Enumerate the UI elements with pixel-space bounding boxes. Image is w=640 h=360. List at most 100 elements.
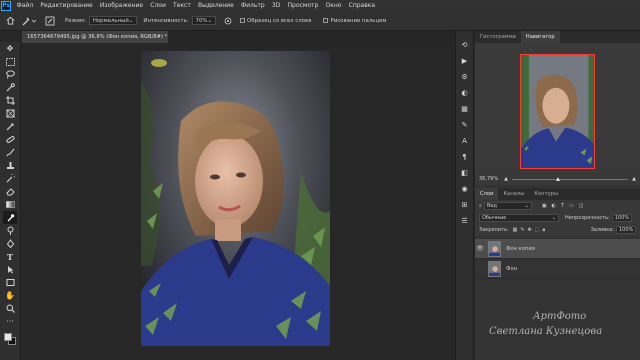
- properties-panel-icon[interactable]: ⚙: [459, 71, 471, 83]
- sample-all-layers-option[interactable]: Образец со всех слоев: [240, 18, 311, 24]
- menu-image[interactable]: Изображение: [96, 2, 146, 9]
- search-icon: ⌕: [479, 203, 482, 209]
- healing-brush-tool-icon[interactable]: [3, 133, 17, 146]
- lock-artboard-icon[interactable]: ⬚: [535, 227, 540, 233]
- canvas-area[interactable]: [22, 43, 454, 360]
- marquee-tool-icon[interactable]: [3, 55, 17, 68]
- sample-all-layers-label: Образец со всех слоев: [247, 17, 312, 24]
- rectangle-tool-icon[interactable]: [3, 276, 17, 289]
- zoom-tool-icon[interactable]: [3, 302, 17, 315]
- zoom-in-icon[interactable]: ▲: [632, 176, 636, 182]
- menu-edit[interactable]: Редактирование: [37, 2, 97, 9]
- filter-type-icon[interactable]: T: [561, 203, 564, 209]
- zoom-out-icon[interactable]: ▲: [504, 176, 508, 182]
- layer-filter-row: ⌕ Вид ⌄ ▣ ◐ T ▭ ◫: [475, 200, 640, 212]
- dodge-tool-icon[interactable]: [3, 224, 17, 237]
- zoom-slider-handle[interactable]: [555, 176, 560, 181]
- smudge-tool-icon[interactable]: [3, 211, 17, 224]
- crop-tool-icon[interactable]: [3, 94, 17, 107]
- menu-window[interactable]: Окно: [322, 2, 345, 9]
- filter-shape-icon[interactable]: ▭: [569, 203, 574, 209]
- finger-painting-label: Рисование пальцем: [330, 17, 387, 24]
- eraser-tool-icon[interactable]: [3, 185, 17, 198]
- frame-tool-icon[interactable]: [3, 107, 17, 120]
- path-selection-tool-icon[interactable]: [3, 263, 17, 276]
- character-panel-icon[interactable]: A: [459, 135, 471, 147]
- glyphs-panel-icon[interactable]: ⊞: [459, 199, 471, 211]
- intensity-control: Интенсивность: 70% ⌄: [143, 16, 217, 25]
- gradient-tool-icon[interactable]: [3, 198, 17, 211]
- menu-layers[interactable]: Слои: [147, 2, 170, 9]
- pressure-icon[interactable]: [222, 17, 234, 25]
- navigator-preview[interactable]: [475, 43, 640, 173]
- document-canvas-image[interactable]: [141, 51, 330, 346]
- document-tab-bar: 1657364679495.jpg @ 36,8% (Фон копия, RG…: [22, 31, 454, 43]
- brush-settings-icon[interactable]: [41, 16, 59, 26]
- layer-filter-select[interactable]: Вид ⌄: [483, 202, 532, 210]
- quick-select-tool-icon[interactable]: [3, 81, 17, 94]
- opacity-input[interactable]: 100%: [611, 214, 632, 222]
- more-tools-icon[interactable]: ···: [3, 315, 17, 328]
- tab-histogram[interactable]: Гистограмма: [475, 31, 521, 43]
- menu-view[interactable]: Просмотр: [284, 2, 322, 9]
- hand-tool-icon[interactable]: ✋: [3, 289, 17, 302]
- smudge-tool-preset-icon[interactable]: [17, 16, 41, 26]
- mode-select[interactable]: Нормальный ⌄: [88, 16, 138, 25]
- lock-position-icon[interactable]: ✥: [528, 227, 532, 233]
- intensity-label: Интенсивность:: [143, 17, 189, 24]
- chevron-down-icon: ⌄: [524, 203, 529, 209]
- zoom-value[interactable]: 36,79%: [479, 176, 498, 182]
- move-tool-icon[interactable]: ✥: [3, 42, 17, 55]
- home-icon[interactable]: [3, 16, 17, 25]
- document-tab[interactable]: 1657364679495.jpg @ 36,8% (Фон копия, RG…: [22, 31, 168, 43]
- finger-painting-checkbox[interactable]: [323, 18, 329, 23]
- history-brush-tool-icon[interactable]: [3, 172, 17, 185]
- menu-3d[interactable]: 3D: [268, 2, 284, 9]
- filter-pixel-icon[interactable]: ▣: [542, 203, 547, 209]
- zoom-slider[interactable]: [511, 176, 629, 181]
- adjustments-panel-icon[interactable]: ◐: [459, 87, 471, 99]
- sample-all-layers-checkbox[interactable]: [240, 18, 246, 23]
- libraries-panel-icon[interactable]: ☰: [459, 215, 471, 227]
- blend-row: Обычные ⌄ Непрозрачность: 100%: [475, 212, 640, 224]
- actions-panel-icon[interactable]: ▶: [459, 55, 471, 67]
- fill-value: 100%: [619, 227, 634, 233]
- blend-mode-select[interactable]: Обычные ⌄: [479, 214, 559, 222]
- menu-select[interactable]: Выделение: [194, 2, 237, 9]
- menu-filter[interactable]: Фильтр: [237, 2, 268, 9]
- lock-all-icon[interactable]: 🔒︎: [542, 227, 545, 233]
- layer-row-background-copy[interactable]: 👁︎ Фон копия: [475, 239, 640, 259]
- filter-smart-icon[interactable]: ◫: [579, 203, 584, 209]
- navigator-view-box[interactable]: [520, 54, 595, 169]
- finger-painting-option[interactable]: Рисование пальцем: [323, 17, 387, 24]
- intensity-input[interactable]: 70% ⌄: [191, 16, 217, 25]
- brush-tool-icon[interactable]: [3, 146, 17, 159]
- tab-layers[interactable]: Слои: [475, 188, 499, 200]
- fill-input[interactable]: 100%: [616, 226, 636, 234]
- styles-panel-icon[interactable]: ◧: [459, 167, 471, 179]
- tab-channels[interactable]: Каналы: [498, 188, 529, 200]
- foreground-color-swatch[interactable]: [4, 333, 12, 341]
- menu-help[interactable]: Справка: [345, 2, 379, 9]
- tab-navigator[interactable]: Навигатор: [520, 31, 560, 43]
- pen-tool-icon[interactable]: [3, 237, 17, 250]
- lock-pixels-icon[interactable]: ✎: [520, 227, 524, 233]
- history-panel-icon[interactable]: ⟲: [459, 39, 471, 51]
- menu-file[interactable]: Файл: [13, 2, 37, 9]
- lasso-tool-icon[interactable]: [3, 68, 17, 81]
- eyedropper-tool-icon[interactable]: [3, 120, 17, 133]
- tab-paths[interactable]: Контуры: [529, 188, 563, 200]
- layer-thumbnail: [488, 260, 501, 277]
- layer-row-background[interactable]: Фон: [475, 259, 640, 279]
- filter-adjustment-icon[interactable]: ◐: [552, 203, 556, 209]
- clone-stamp-tool-icon[interactable]: [3, 159, 17, 172]
- menu-type[interactable]: Текст: [169, 2, 194, 9]
- brushes-panel-icon[interactable]: ✎: [459, 119, 471, 131]
- paragraph-panel-icon[interactable]: ¶: [459, 151, 471, 163]
- color-panel-icon[interactable]: ◉: [459, 183, 471, 195]
- watermark-line-1: АртФото: [533, 311, 587, 322]
- swatches-panel-icon[interactable]: ▦: [459, 103, 471, 115]
- eye-icon[interactable]: 👁︎: [475, 245, 485, 252]
- lock-transparent-icon[interactable]: ▦: [513, 227, 518, 233]
- type-tool-icon[interactable]: T: [3, 250, 17, 263]
